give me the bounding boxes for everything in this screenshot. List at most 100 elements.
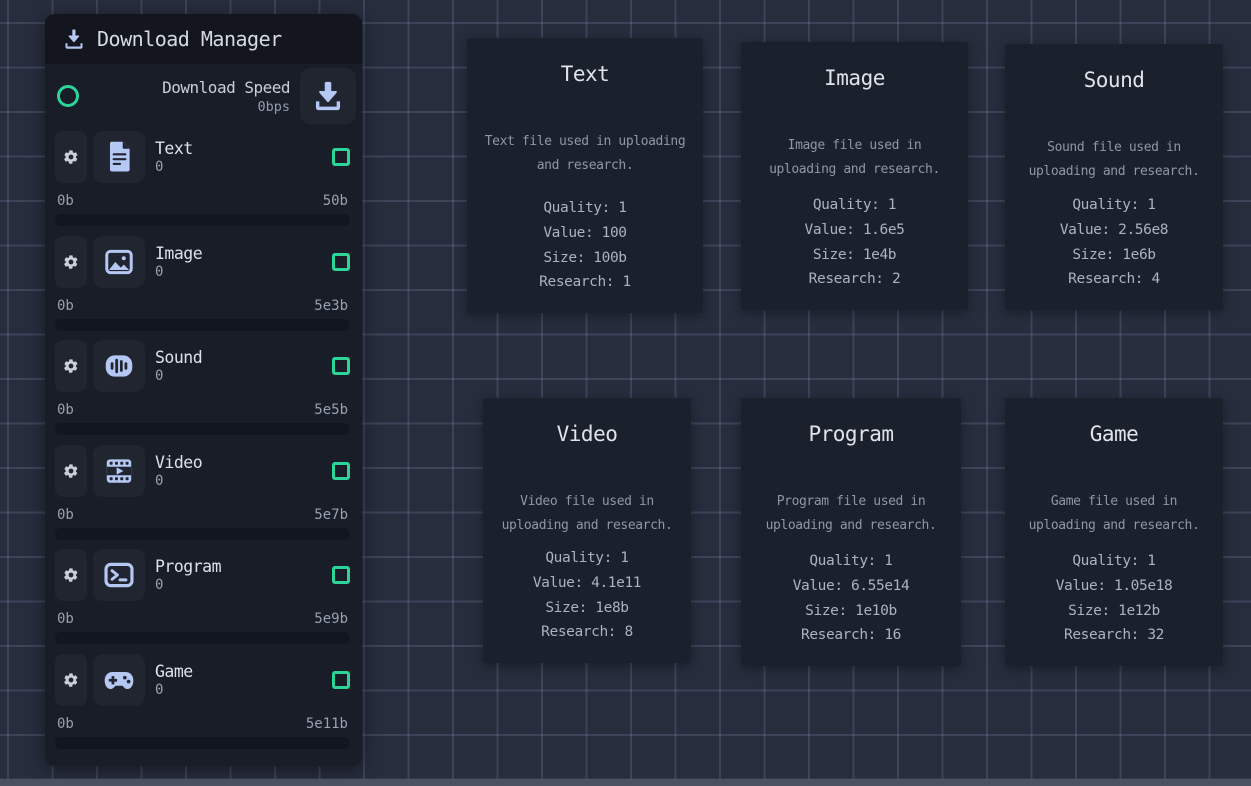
stat-value: Value: 6.55e14	[793, 574, 910, 599]
stat-research: Research: 8	[533, 620, 641, 645]
settings-button[interactable]	[55, 654, 87, 706]
item-progress-current: 0b	[57, 507, 74, 523]
stat-research: Research: 2	[805, 267, 905, 292]
item-name: Text	[155, 139, 193, 158]
item-checkbox[interactable]	[332, 566, 350, 584]
stat-size: Size: 1e8b	[533, 596, 641, 621]
settings-button[interactable]	[55, 549, 87, 601]
status-ring-icon[interactable]	[57, 85, 79, 107]
item-progress-max: 5e3b	[314, 298, 348, 314]
stat-size: Size: 1e6b	[1060, 243, 1168, 268]
stat-value: Value: 100	[539, 221, 631, 246]
file-video-icon[interactable]	[93, 445, 145, 497]
item-progress-bar	[55, 528, 350, 540]
stat-research: Research: 1	[539, 270, 631, 295]
file-text-icon[interactable]	[93, 131, 145, 183]
download-item-program: Program 0 0b 5e9b	[45, 546, 362, 651]
item-name: Video	[155, 453, 202, 472]
stat-quality: Quality: 1	[1056, 549, 1173, 574]
tooltip-card-program: Program Program file used in uploading a…	[741, 398, 961, 666]
horizontal-scrollbar[interactable]	[0, 779, 1251, 786]
item-name: Program	[155, 557, 221, 576]
item-progress-max: 5e5b	[314, 402, 348, 418]
stat-research: Research: 16	[793, 623, 910, 648]
card-title: Program	[808, 422, 893, 446]
item-checkbox[interactable]	[332, 148, 350, 166]
stat-size: Size: 1e10b	[793, 599, 910, 624]
item-progress-current: 0b	[57, 298, 74, 314]
item-checkbox[interactable]	[332, 357, 350, 375]
item-progress-max: 50b	[323, 193, 348, 209]
card-description: Program file used in uploading and resea…	[749, 490, 953, 538]
stat-value: Value: 4.1e11	[533, 571, 641, 596]
item-count: 0	[155, 159, 193, 175]
download-item-video: Video 0 0b 5e7b	[45, 442, 362, 547]
file-game-icon[interactable]	[93, 654, 145, 706]
stat-size: Size: 100b	[539, 246, 631, 271]
download-icon	[62, 27, 86, 51]
item-checkbox[interactable]	[332, 671, 350, 689]
item-progress-current: 0b	[57, 193, 74, 209]
card-description: Video file used in uploading and researc…	[491, 490, 683, 538]
item-name: Image	[155, 244, 202, 263]
download-speed-row: Download Speed 0bps	[45, 64, 362, 128]
settings-button[interactable]	[55, 445, 87, 497]
file-sound-icon[interactable]	[93, 340, 145, 392]
item-name: Game	[155, 662, 193, 681]
item-progress-bar	[55, 423, 350, 435]
item-count: 0	[155, 473, 202, 489]
settings-button[interactable]	[55, 236, 87, 288]
stat-quality: Quality: 1	[533, 546, 641, 571]
download-item-game: Game 0 0b 5e11b	[45, 651, 362, 756]
item-count: 0	[155, 368, 202, 384]
download-manager-panel: Download Manager Download Speed 0bps	[45, 14, 362, 766]
stat-value: Value: 2.56e8	[1060, 218, 1168, 243]
stat-size: Size: 1e4b	[805, 243, 905, 268]
item-progress-bar	[55, 737, 350, 749]
item-progress-current: 0b	[57, 402, 74, 418]
tooltip-card-text: Text Text file used in uploading and res…	[467, 38, 703, 313]
download-button[interactable]	[300, 68, 356, 124]
item-progress-current: 0b	[57, 611, 74, 627]
stat-quality: Quality: 1	[1060, 193, 1168, 218]
item-progress-bar	[55, 632, 350, 644]
stat-research: Research: 4	[1060, 267, 1168, 292]
stat-quality: Quality: 1	[793, 549, 910, 574]
panel-header: Download Manager	[45, 14, 362, 64]
item-progress-current: 0b	[57, 716, 74, 732]
download-speed-value: 0bps	[79, 99, 290, 115]
stat-quality: Quality: 1	[539, 196, 631, 221]
stat-research: Research: 32	[1056, 623, 1173, 648]
item-progress-bar	[55, 214, 350, 226]
stat-value: Value: 1.6e5	[805, 218, 905, 243]
download-item-image: Image 0 0b 5e3b	[45, 233, 362, 338]
tooltip-card-sound: Sound Sound file used in uploading and r…	[1005, 44, 1223, 310]
item-count: 0	[155, 577, 221, 593]
card-description: Game file used in uploading and research…	[1013, 490, 1215, 538]
card-description: Image file used in uploading and researc…	[749, 134, 960, 182]
item-checkbox[interactable]	[332, 462, 350, 480]
download-item-text: Text 0 0b 50b	[45, 128, 362, 233]
tooltip-card-video: Video Video file used in uploading and r…	[483, 398, 691, 663]
file-image-icon[interactable]	[93, 236, 145, 288]
card-description: Text file used in uploading and research…	[475, 130, 695, 178]
item-name: Sound	[155, 348, 202, 367]
panel-title: Download Manager	[97, 27, 282, 51]
file-program-icon[interactable]	[93, 549, 145, 601]
item-progress-max: 5e11b	[306, 716, 348, 732]
card-description: Sound file used in uploading and researc…	[1013, 136, 1215, 184]
settings-button[interactable]	[55, 340, 87, 392]
stat-value: Value: 1.05e18	[1056, 574, 1173, 599]
tooltip-card-game: Game Game file used in uploading and res…	[1005, 398, 1223, 666]
card-title: Text	[561, 62, 610, 86]
card-title: Game	[1090, 422, 1139, 446]
item-count: 0	[155, 264, 202, 280]
download-item-sound: Sound 0 0b 5e5b	[45, 337, 362, 442]
settings-button[interactable]	[55, 131, 87, 183]
card-title: Image	[824, 66, 885, 90]
stat-quality: Quality: 1	[805, 193, 905, 218]
item-checkbox[interactable]	[332, 253, 350, 271]
tooltip-card-image: Image Image file used in uploading and r…	[741, 42, 968, 310]
card-title: Video	[557, 422, 618, 446]
stat-size: Size: 1e12b	[1056, 599, 1173, 624]
